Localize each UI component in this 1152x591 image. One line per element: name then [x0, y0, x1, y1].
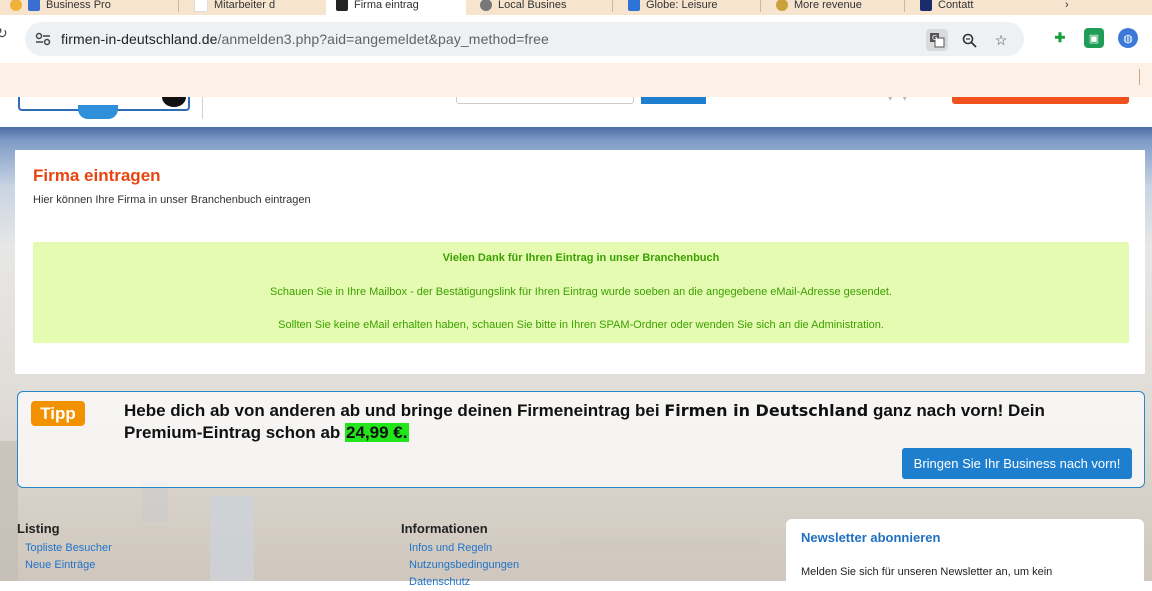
- premium-upgrade-button[interactable]: Bringen Sie Ihr Business nach vorn!: [902, 448, 1132, 479]
- tab-label: Globe: Leisure: [646, 0, 718, 11]
- header-chevrons-icon: ▾▾: [888, 97, 918, 103]
- zoom-icon[interactable]: [958, 29, 980, 51]
- tab-separator: [760, 0, 761, 12]
- success-mailbox-text: Schauen Sie in Ihre Mailbox - der Bestät…: [270, 286, 892, 298]
- tab-separator: [612, 0, 613, 12]
- success-message-box: Vielen Dank für Ihren Eintrag in unser B…: [33, 242, 1129, 343]
- browser-tab-active[interactable]: Firma eintrag: [326, 0, 466, 15]
- success-spam-text: Sollten Sie keine eMail erhalten haben, …: [278, 319, 884, 331]
- site-header: ▾▾: [0, 97, 1152, 127]
- browser-tab[interactable]: Business Pro: [0, 0, 160, 15]
- footer-link-infos-regeln[interactable]: Infos und Regeln: [401, 540, 519, 557]
- bookmarks-bar: [0, 63, 1152, 98]
- reload-icon[interactable]: ↻: [0, 25, 8, 42]
- extension-reader-icon[interactable]: ▣: [1084, 28, 1104, 48]
- tab-favicon-icon: [628, 0, 640, 11]
- extension-icons: ✚ ▣ ◍: [1050, 28, 1138, 48]
- browser-tab[interactable]: Contatt: [910, 0, 1050, 15]
- tab-label: Firma eintrag: [354, 0, 419, 11]
- tab-favicon-icon: [336, 0, 348, 11]
- tab-label: Business Pro: [46, 0, 111, 11]
- tipp-promo-box: Tipp Hebe dich ab von anderen ab und bri…: [17, 391, 1145, 488]
- site-info-icon[interactable]: [35, 31, 51, 47]
- bookmark-star-icon[interactable]: ☆: [990, 29, 1012, 51]
- newsletter-description: Melden Sie sich für unseren Newsletter a…: [801, 566, 1053, 578]
- newsletter-card: Newsletter abonnieren Melden Sie sich fü…: [786, 519, 1144, 589]
- tipp-text-before: Hebe dich ab von anderen ab und bringe d…: [124, 401, 665, 420]
- tab-separator: [178, 0, 179, 12]
- header-search-button[interactable]: [641, 97, 706, 104]
- browser-tab[interactable]: Globe: Leisure: [618, 0, 768, 15]
- url-text[interactable]: firmen-in-deutschland.de/anmelden3.php?a…: [61, 31, 549, 47]
- bookmarks-divider: [1139, 69, 1140, 85]
- page-title: Firma eintragen: [33, 166, 161, 185]
- url-domain: firmen-in-deutschland.de: [61, 31, 218, 47]
- main-content-card: Firma eintragen Hier können Ihre Firma i…: [15, 150, 1145, 374]
- tipp-price: 24,99 €.: [345, 423, 409, 442]
- browser-toolbar: ↻ firmen-in-deutschland.de/anmelden3.php…: [0, 15, 1152, 63]
- tab-label: Contatt: [938, 0, 974, 11]
- footer-listing-heading: Listing: [17, 521, 60, 536]
- tab-favicon-icon: [28, 0, 40, 11]
- url-path: /anmelden3.php?aid=angemeldet&pay_method…: [217, 31, 549, 47]
- omnibox-actions: G ☆: [926, 29, 1012, 51]
- tab-label: Mitarbeiter d: [214, 0, 276, 11]
- address-bar[interactable]: firmen-in-deutschland.de/anmelden3.php?a…: [25, 22, 1024, 56]
- extension-plus-icon[interactable]: ✚: [1050, 28, 1070, 48]
- tab-favicon-icon: [10, 0, 22, 11]
- footer-link-datenschutz[interactable]: Datenschutz: [401, 574, 519, 591]
- logo-germany-map-icon: [78, 105, 118, 119]
- translate-icon[interactable]: G: [926, 29, 948, 51]
- tab-overflow-chevron-icon[interactable]: ›: [1055, 0, 1105, 15]
- header-search-input[interactable]: [456, 97, 634, 104]
- tab-favicon-icon: [194, 0, 208, 12]
- tipp-brand-name: Firmen in Deutschland: [664, 401, 869, 420]
- success-title: Vielen Dank für Ihren Eintrag in unser B…: [442, 252, 720, 264]
- browser-tab[interactable]: More revenue: [766, 0, 916, 15]
- footer-link-nutzungsbedingungen[interactable]: Nutzungsbedingungen: [401, 557, 519, 574]
- footer-link-topliste[interactable]: Topliste Besucher: [17, 540, 112, 557]
- tab-separator: [904, 0, 905, 12]
- svg-text:G: G: [932, 34, 937, 42]
- footer-info-heading: Informationen: [401, 521, 488, 536]
- header-divider: [202, 97, 203, 119]
- tipp-badge: Tipp: [31, 401, 85, 426]
- header-cta-button[interactable]: [952, 97, 1129, 104]
- background-building: [0, 441, 18, 581]
- tab-favicon-icon: [480, 0, 492, 11]
- browser-tab[interactable]: Mitarbeiter d: [184, 0, 334, 15]
- background-roofline: [560, 539, 760, 551]
- newsletter-heading: Newsletter abonnieren: [801, 530, 941, 545]
- tab-favicon-icon: [920, 0, 932, 11]
- extension-globe-icon[interactable]: ◍: [1118, 28, 1138, 48]
- tipp-text: Hebe dich ab von anderen ab und bringe d…: [124, 400, 1114, 444]
- browser-tab[interactable]: Local Busines: [470, 0, 620, 15]
- tab-label: More revenue: [794, 0, 862, 11]
- tab-favicon-icon: [776, 0, 788, 11]
- footer-link-neue-eintraege[interactable]: Neue Einträge: [17, 557, 112, 574]
- page-subtitle: Hier können Ihre Firma in unser Branchen…: [33, 194, 311, 206]
- footer-listing-column: Listing Topliste Besucher Neue Einträge: [17, 521, 112, 574]
- background-tower: [210, 496, 254, 581]
- tab-label: Local Busines: [498, 0, 567, 11]
- browser-tab-strip: Business Pro Mitarbeiter d Firma eintrag…: [0, 0, 1152, 15]
